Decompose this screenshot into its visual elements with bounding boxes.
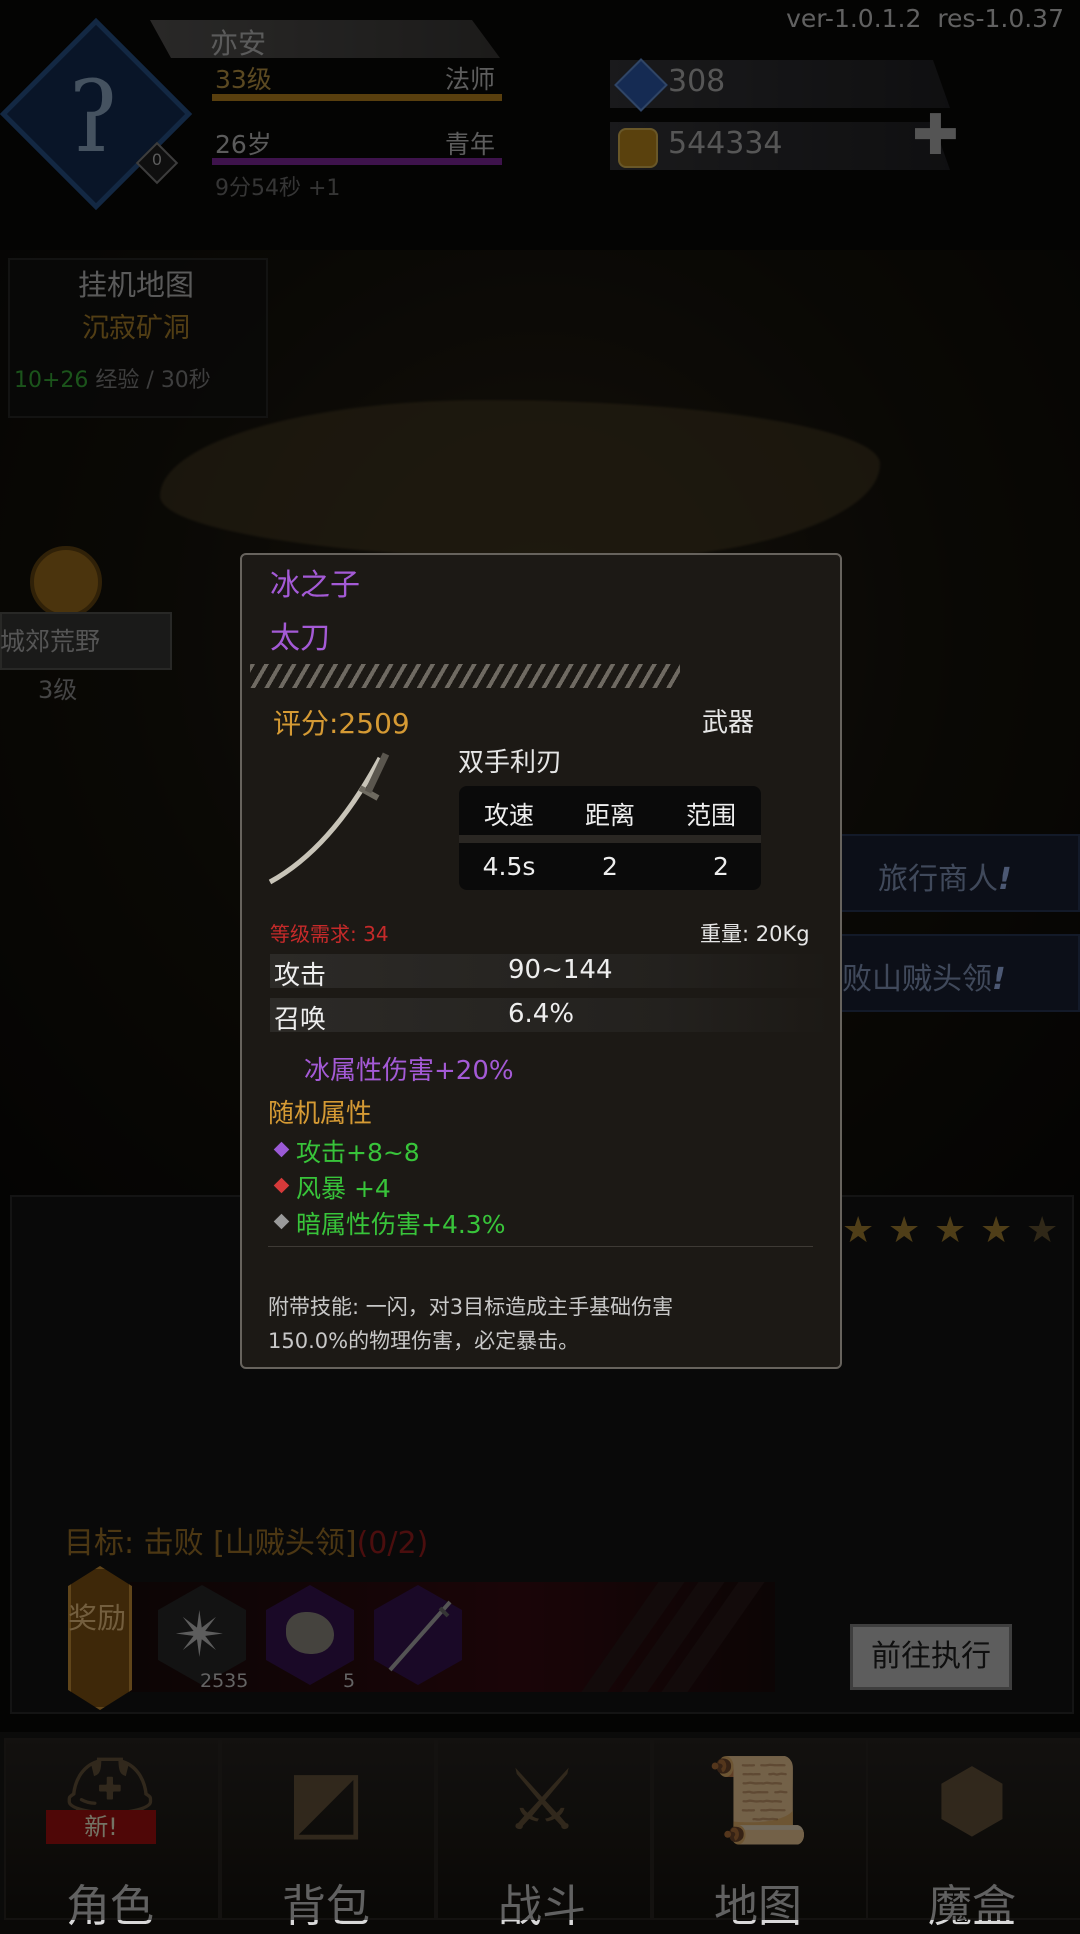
nav-label: 魔盒	[928, 1881, 1016, 1932]
attribute-label: 召唤	[274, 1005, 327, 1035]
item-slot: 武器	[702, 708, 755, 738]
reward-count: 2535	[200, 1670, 249, 1692]
hatch-divider	[250, 664, 680, 688]
reward-count: 5	[343, 1670, 356, 1692]
stats-separator	[459, 835, 761, 843]
new-badge: 新!	[46, 1810, 156, 1844]
item-type: 太刀	[270, 621, 330, 656]
avatar-badge-text: 0	[151, 150, 163, 169]
stat-header: 范围	[685, 801, 736, 830]
location-name: 城郊荒野	[0, 627, 101, 656]
compass-star-icon: ✴	[174, 1598, 226, 1671]
nav-label: 战斗	[498, 1881, 586, 1932]
attribute-label: 攻击	[274, 961, 327, 991]
quest-label-defeat-bandit: 败山贼头领!	[842, 962, 1006, 997]
star-icon: ★	[888, 1210, 921, 1251]
gold-icon	[618, 128, 658, 168]
ore-icon	[286, 1612, 334, 1654]
location-level: 3级	[38, 676, 78, 704]
map-landmass	[160, 400, 880, 560]
katana-icon	[388, 1600, 452, 1672]
stat-header: 距离	[584, 801, 635, 830]
player-life-stage: 青年	[445, 130, 496, 159]
skill-description: 附带技能: 一闪，对3目标造成主手基础伤害 150.0%的物理伤害，必定暴击。	[268, 1295, 674, 1353]
tooltip-divider	[268, 1246, 813, 1247]
attribute-value: 6.4%	[508, 999, 575, 1029]
go-execute-button[interactable]: 前往执行	[850, 1624, 1012, 1690]
sword-shield-icon: ⚔	[504, 1751, 580, 1849]
item-weight: 重量: 20Kg	[700, 922, 810, 946]
random-attributes-header: 随机属性	[268, 1099, 373, 1129]
idle-map-name: 沉寂矿洞	[82, 313, 190, 344]
stat-value: 4.5s	[482, 852, 536, 881]
mage-staff-icon: ʔ	[68, 62, 120, 174]
stat-value: 2	[713, 852, 729, 881]
random-attribute: 暗属性伤害+4.3%	[296, 1210, 506, 1239]
age-bar	[212, 158, 502, 165]
item-subtype: 双手利刃	[458, 748, 563, 778]
backpack-icon: ◩	[286, 1751, 366, 1849]
item-score: 评分:2509	[273, 707, 410, 740]
quest-label-travel-merchant: 旅行商人!	[878, 862, 1012, 897]
task-target: 目标: 击败 [山贼头领](0/2)	[64, 1526, 429, 1561]
random-attribute: 风暴 +4	[296, 1174, 391, 1203]
item-name: 冰之子	[270, 568, 360, 603]
add-currency-icon[interactable]: ✚	[912, 108, 959, 164]
reward-tag	[68, 1566, 132, 1710]
idle-map-title: 挂机地图	[77, 268, 194, 302]
gem-count: 308	[668, 64, 726, 99]
nav-label: 背包	[282, 1881, 370, 1932]
random-attribute: 攻击+8~8	[296, 1138, 420, 1167]
star-icon: ★	[980, 1210, 1013, 1251]
player-level: 33级	[215, 65, 272, 94]
player-name: 亦安	[210, 27, 267, 60]
player-age: 26岁	[215, 130, 272, 159]
reward-tag-label: 奖励	[68, 1601, 127, 1635]
version-text: ver-1.0.1.2 res-1.0.37	[786, 4, 1064, 33]
star-icon: ★	[842, 1210, 875, 1251]
nav-label: 地图	[714, 1881, 802, 1932]
stat-header: 攻速	[483, 801, 534, 830]
attribute-value: 90~144	[508, 955, 613, 985]
level-requirement: 等级需求: 34	[270, 922, 389, 946]
star-icon: ★	[1026, 1210, 1059, 1251]
exp-bar	[212, 94, 502, 101]
special-affix: 冰属性伤害+20%	[304, 1056, 514, 1086]
player-class: 法师	[445, 65, 496, 94]
gold-count: 544334	[668, 126, 783, 161]
idle-rate: 10+26 经验 / 30秒	[14, 368, 211, 393]
katana-icon	[268, 752, 390, 885]
name-plate	[150, 20, 500, 58]
nav-label: 角色	[66, 1881, 154, 1932]
stat-value: 2	[602, 852, 618, 881]
magic-box-icon: ⬢	[935, 1751, 1009, 1849]
age-timer: 9分54秒 +1	[215, 176, 341, 201]
map-coin-icon[interactable]	[30, 546, 102, 618]
star-icon: ★	[934, 1210, 967, 1251]
scroll-icon: 📜	[705, 1751, 811, 1849]
